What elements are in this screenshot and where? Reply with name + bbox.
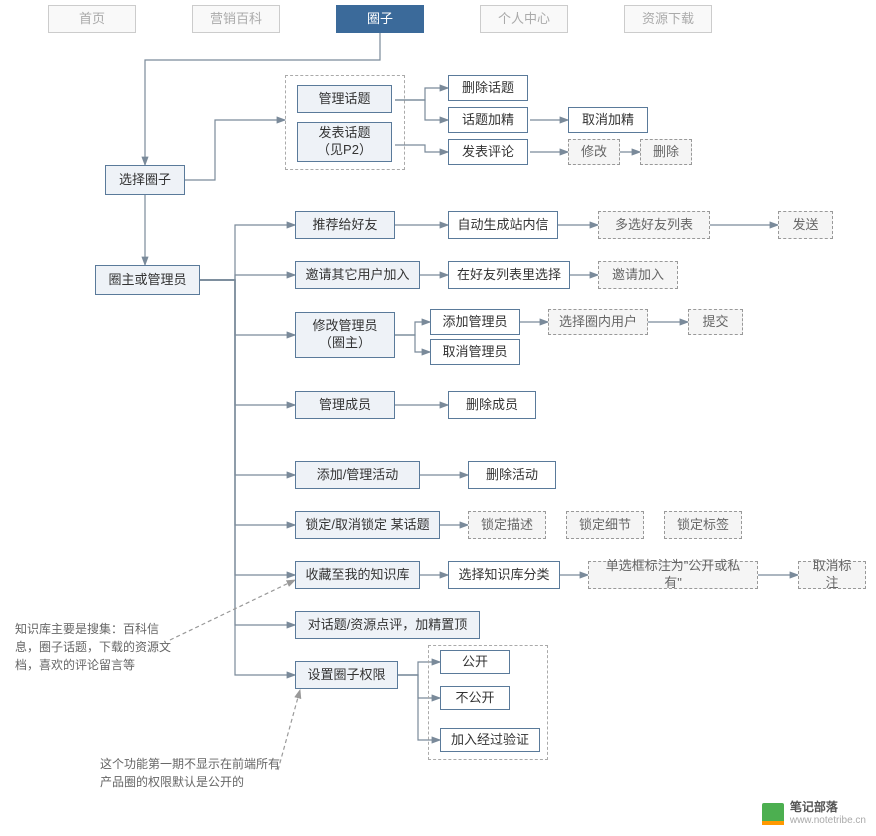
node-private: 不公开 bbox=[440, 686, 510, 710]
node-submit: 提交 bbox=[688, 309, 743, 335]
note-perm: 这个功能第一期不显示在前端所有产品圈的权限默认是公开的 bbox=[100, 755, 290, 791]
node-select-kb-category: 选择知识库分类 bbox=[448, 561, 560, 589]
node-select-circle-user: 选择圈内用户 bbox=[548, 309, 648, 335]
node-delete-member: 删除成员 bbox=[448, 391, 536, 419]
logo-icon bbox=[762, 803, 784, 821]
node-favorite-kb: 收藏至我的知识库 bbox=[295, 561, 420, 589]
node-post-topic: 发表话题（见P2） bbox=[297, 122, 392, 162]
node-multi-select-friends: 多选好友列表 bbox=[598, 211, 710, 239]
node-add-admin: 添加管理员 bbox=[430, 309, 520, 335]
node-lock-unlock: 锁定/取消锁定 某话题 bbox=[295, 511, 440, 539]
node-delete-activity: 删除活动 bbox=[468, 461, 556, 489]
watermark-url: www.notetribe.cn bbox=[790, 815, 866, 826]
node-select-circle: 选择圈子 bbox=[105, 165, 185, 195]
node-join-verified: 加入经过验证 bbox=[440, 728, 540, 752]
node-auto-gen-msg: 自动生成站内信 bbox=[448, 211, 558, 239]
node-manage-members: 管理成员 bbox=[295, 391, 395, 419]
node-owner-admin: 圈主或管理员 bbox=[95, 265, 200, 295]
node-post-comment: 发表评论 bbox=[448, 139, 528, 165]
watermark-text: 笔记部落 bbox=[790, 798, 866, 815]
node-public: 公开 bbox=[440, 650, 510, 674]
node-send: 发送 bbox=[778, 211, 833, 239]
node-set-permission: 设置圈子权限 bbox=[295, 661, 398, 689]
node-cancel-admin: 取消管理员 bbox=[430, 339, 520, 365]
nav-wiki[interactable]: 营销百科 bbox=[192, 5, 280, 33]
nav-circle[interactable]: 圈子 bbox=[336, 5, 424, 33]
node-delete-topic: 删除话题 bbox=[448, 75, 528, 101]
node-edit: 修改 bbox=[568, 139, 620, 165]
node-cancel-mark: 取消标注 bbox=[798, 561, 866, 589]
node-unfeature: 取消加精 bbox=[568, 107, 648, 133]
node-lock-detail: 锁定细节 bbox=[566, 511, 644, 539]
node-delete: 删除 bbox=[640, 139, 692, 165]
node-lock-desc: 锁定描述 bbox=[468, 511, 546, 539]
note-kb: 知识库主要是搜集：百科信息，圈子话题，下载的资源文档，喜欢的评论留言等 bbox=[15, 620, 180, 674]
node-recommend-friend: 推荐给好友 bbox=[295, 211, 395, 239]
node-feature-topic: 话题加精 bbox=[448, 107, 528, 133]
nav-home[interactable]: 首页 bbox=[48, 5, 136, 33]
node-add-manage-activity: 添加/管理活动 bbox=[295, 461, 420, 489]
node-modify-admin: 修改管理员（圈主） bbox=[295, 312, 395, 358]
watermark: 笔记部落 www.notetribe.cn bbox=[762, 798, 866, 826]
node-invite-join: 邀请加入 bbox=[598, 261, 678, 289]
node-review-topic: 对话题/资源点评，加精置顶 bbox=[295, 611, 480, 639]
nav-profile[interactable]: 个人中心 bbox=[480, 5, 568, 33]
node-radio-mark: 单选框标注为"公开或私有" bbox=[588, 561, 758, 589]
nav-download[interactable]: 资源下载 bbox=[624, 5, 712, 33]
node-invite-others: 邀请其它用户加入 bbox=[295, 261, 420, 289]
node-manage-topic: 管理话题 bbox=[297, 85, 392, 113]
node-select-from-friends: 在好友列表里选择 bbox=[448, 261, 570, 289]
node-lock-tag: 锁定标签 bbox=[664, 511, 742, 539]
